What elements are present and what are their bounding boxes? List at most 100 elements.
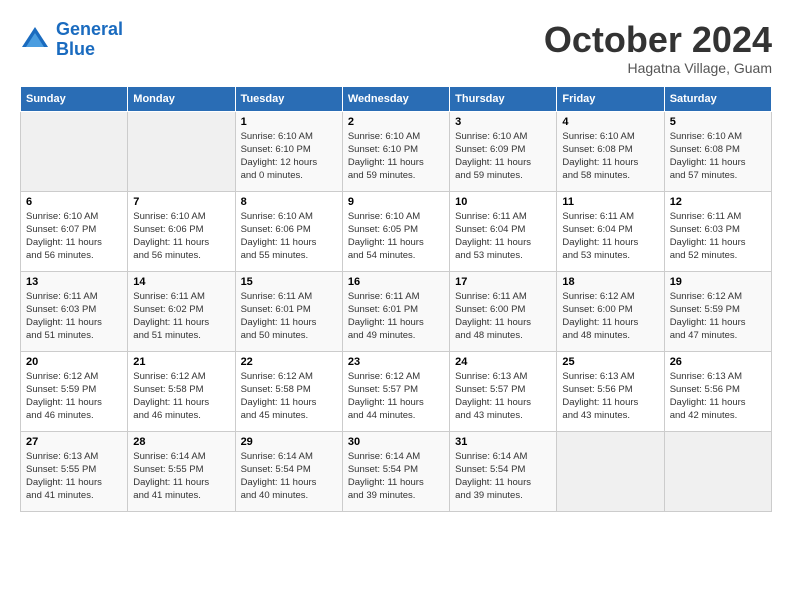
day-info: Sunrise: 6:11 AMSunset: 6:03 PMDaylight:… bbox=[670, 210, 766, 263]
day-info: Sunrise: 6:10 AMSunset: 6:06 PMDaylight:… bbox=[133, 210, 229, 263]
day-cell: 3 Sunrise: 6:10 AMSunset: 6:09 PMDaylight… bbox=[450, 111, 557, 191]
month-title: October 2024 bbox=[544, 20, 772, 60]
day-cell: 7 Sunrise: 6:10 AMSunset: 6:06 PMDaylight… bbox=[128, 191, 235, 271]
day-info: Sunrise: 6:12 AMSunset: 5:59 PMDaylight:… bbox=[26, 370, 122, 423]
day-info: Sunrise: 6:12 AMSunset: 5:59 PMDaylight:… bbox=[670, 290, 766, 343]
weekday-header-tuesday: Tuesday bbox=[235, 86, 342, 111]
day-info: Sunrise: 6:11 AMSunset: 6:03 PMDaylight:… bbox=[26, 290, 122, 343]
day-info: Sunrise: 6:10 AMSunset: 6:10 PMDaylight:… bbox=[348, 130, 444, 183]
day-cell bbox=[557, 431, 664, 511]
day-info: Sunrise: 6:14 AMSunset: 5:55 PMDaylight:… bbox=[133, 450, 229, 503]
day-info: Sunrise: 6:12 AMSunset: 5:58 PMDaylight:… bbox=[133, 370, 229, 423]
day-info: Sunrise: 6:13 AMSunset: 5:56 PMDaylight:… bbox=[670, 370, 766, 423]
day-cell: 14 Sunrise: 6:11 AMSunset: 6:02 PMDayligh… bbox=[128, 271, 235, 351]
calendar-table: SundayMondayTuesdayWednesdayThursdayFrid… bbox=[20, 86, 772, 512]
day-cell: 30 Sunrise: 6:14 AMSunset: 5:54 PMDayligh… bbox=[342, 431, 449, 511]
day-info: Sunrise: 6:12 AMSunset: 5:57 PMDaylight:… bbox=[348, 370, 444, 423]
day-cell: 26 Sunrise: 6:13 AMSunset: 5:56 PMDayligh… bbox=[664, 351, 771, 431]
day-cell: 17 Sunrise: 6:11 AMSunset: 6:00 PMDayligh… bbox=[450, 271, 557, 351]
day-number: 31 bbox=[455, 436, 551, 448]
day-number: 26 bbox=[670, 356, 766, 368]
day-info: Sunrise: 6:11 AMSunset: 6:01 PMDaylight:… bbox=[241, 290, 337, 343]
day-cell bbox=[664, 431, 771, 511]
day-number: 1 bbox=[241, 116, 337, 128]
day-info: Sunrise: 6:10 AMSunset: 6:10 PMDaylight:… bbox=[241, 130, 337, 183]
day-cell: 19 Sunrise: 6:12 AMSunset: 5:59 PMDayligh… bbox=[664, 271, 771, 351]
week-row-3: 13 Sunrise: 6:11 AMSunset: 6:03 PMDayligh… bbox=[21, 271, 772, 351]
logo-icon bbox=[20, 25, 50, 55]
day-number: 22 bbox=[241, 356, 337, 368]
day-cell: 1 Sunrise: 6:10 AMSunset: 6:10 PMDaylight… bbox=[235, 111, 342, 191]
weekday-header-saturday: Saturday bbox=[664, 86, 771, 111]
day-number: 29 bbox=[241, 436, 337, 448]
day-number: 18 bbox=[562, 276, 658, 288]
day-cell: 5Sunrise: 6:10 AMSunset: 6:08 PMDaylight… bbox=[664, 111, 771, 191]
day-number: 12 bbox=[670, 196, 766, 208]
day-number: 2 bbox=[348, 116, 444, 128]
week-row-1: 1 Sunrise: 6:10 AMSunset: 6:10 PMDaylight… bbox=[21, 111, 772, 191]
day-number: 30 bbox=[348, 436, 444, 448]
week-row-4: 20 Sunrise: 6:12 AMSunset: 5:59 PMDayligh… bbox=[21, 351, 772, 431]
day-info: Sunrise: 6:14 AMSunset: 5:54 PMDaylight:… bbox=[455, 450, 551, 503]
weekday-row: SundayMondayTuesdayWednesdayThursdayFrid… bbox=[21, 86, 772, 111]
day-cell: 20 Sunrise: 6:12 AMSunset: 5:59 PMDayligh… bbox=[21, 351, 128, 431]
weekday-header-wednesday: Wednesday bbox=[342, 86, 449, 111]
day-info: Sunrise: 6:12 AMSunset: 6:00 PMDaylight:… bbox=[562, 290, 658, 343]
day-info: Sunrise: 6:10 AMSunset: 6:09 PMDaylight:… bbox=[455, 130, 551, 183]
day-number: 23 bbox=[348, 356, 444, 368]
day-cell: 9Sunrise: 6:10 AMSunset: 6:05 PMDaylight… bbox=[342, 191, 449, 271]
day-info: Sunrise: 6:10 AMSunset: 6:05 PMDaylight:… bbox=[348, 210, 444, 263]
day-cell: 31 Sunrise: 6:14 AMSunset: 5:54 PMDayligh… bbox=[450, 431, 557, 511]
weekday-header-friday: Friday bbox=[557, 86, 664, 111]
day-cell: 10 Sunrise: 6:11 AMSunset: 6:04 PMDayligh… bbox=[450, 191, 557, 271]
day-info: Sunrise: 6:10 AMSunset: 6:08 PMDaylight:… bbox=[562, 130, 658, 183]
day-info: Sunrise: 6:14 AMSunset: 5:54 PMDaylight:… bbox=[348, 450, 444, 503]
day-cell: 21 Sunrise: 6:12 AMSunset: 5:58 PMDayligh… bbox=[128, 351, 235, 431]
day-cell bbox=[21, 111, 128, 191]
day-number: 21 bbox=[133, 356, 229, 368]
logo: General Blue bbox=[20, 20, 123, 60]
day-cell: 11Sunrise: 6:11 AMSunset: 6:04 PMDayligh… bbox=[557, 191, 664, 271]
day-info: Sunrise: 6:11 AMSunset: 6:02 PMDaylight:… bbox=[133, 290, 229, 343]
day-info: Sunrise: 6:11 AMSunset: 6:00 PMDaylight:… bbox=[455, 290, 551, 343]
day-number: 10 bbox=[455, 196, 551, 208]
day-number: 28 bbox=[133, 436, 229, 448]
day-cell bbox=[128, 111, 235, 191]
day-cell: 2 Sunrise: 6:10 AMSunset: 6:10 PMDaylight… bbox=[342, 111, 449, 191]
day-cell: 15Sunrise: 6:11 AMSunset: 6:01 PMDayligh… bbox=[235, 271, 342, 351]
day-number: 20 bbox=[26, 356, 122, 368]
day-cell: 22 Sunrise: 6:12 AMSunset: 5:58 PMDayligh… bbox=[235, 351, 342, 431]
day-number: 8 bbox=[241, 196, 337, 208]
day-number: 7 bbox=[133, 196, 229, 208]
day-number: 25 bbox=[562, 356, 658, 368]
day-cell: 24Sunrise: 6:13 AMSunset: 5:57 PMDayligh… bbox=[450, 351, 557, 431]
weekday-header-thursday: Thursday bbox=[450, 86, 557, 111]
day-cell: 29 Sunrise: 6:14 AMSunset: 5:54 PMDayligh… bbox=[235, 431, 342, 511]
day-cell: 28 Sunrise: 6:14 AMSunset: 5:55 PMDayligh… bbox=[128, 431, 235, 511]
day-cell: 27Sunrise: 6:13 AMSunset: 5:55 PMDayligh… bbox=[21, 431, 128, 511]
day-info: Sunrise: 6:10 AMSunset: 6:08 PMDaylight:… bbox=[670, 130, 766, 183]
day-cell: 25Sunrise: 6:13 AMSunset: 5:56 PMDayligh… bbox=[557, 351, 664, 431]
logo-text: General Blue bbox=[56, 20, 123, 60]
day-cell: 6 Sunrise: 6:10 AMSunset: 6:07 PMDaylight… bbox=[21, 191, 128, 271]
day-cell: 23 Sunrise: 6:12 AMSunset: 5:57 PMDayligh… bbox=[342, 351, 449, 431]
day-info: Sunrise: 6:11 AMSunset: 6:01 PMDaylight:… bbox=[348, 290, 444, 343]
day-number: 19 bbox=[670, 276, 766, 288]
day-number: 3 bbox=[455, 116, 551, 128]
day-info: Sunrise: 6:10 AMSunset: 6:07 PMDaylight:… bbox=[26, 210, 122, 263]
week-row-2: 6 Sunrise: 6:10 AMSunset: 6:07 PMDaylight… bbox=[21, 191, 772, 271]
day-info: Sunrise: 6:12 AMSunset: 5:58 PMDaylight:… bbox=[241, 370, 337, 423]
day-number: 6 bbox=[26, 196, 122, 208]
day-info: Sunrise: 6:11 AMSunset: 6:04 PMDaylight:… bbox=[562, 210, 658, 263]
day-cell: 18 Sunrise: 6:12 AMSunset: 6:00 PMDayligh… bbox=[557, 271, 664, 351]
day-cell: 13 Sunrise: 6:11 AMSunset: 6:03 PMDayligh… bbox=[21, 271, 128, 351]
day-number: 14 bbox=[133, 276, 229, 288]
day-info: Sunrise: 6:14 AMSunset: 5:54 PMDaylight:… bbox=[241, 450, 337, 503]
day-info: Sunrise: 6:11 AMSunset: 6:04 PMDaylight:… bbox=[455, 210, 551, 263]
day-number: 13 bbox=[26, 276, 122, 288]
day-number: 17 bbox=[455, 276, 551, 288]
day-info: Sunrise: 6:10 AMSunset: 6:06 PMDaylight:… bbox=[241, 210, 337, 263]
title-block: October 2024 Hagatna Village, Guam bbox=[544, 20, 772, 76]
day-number: 27 bbox=[26, 436, 122, 448]
day-number: 24 bbox=[455, 356, 551, 368]
